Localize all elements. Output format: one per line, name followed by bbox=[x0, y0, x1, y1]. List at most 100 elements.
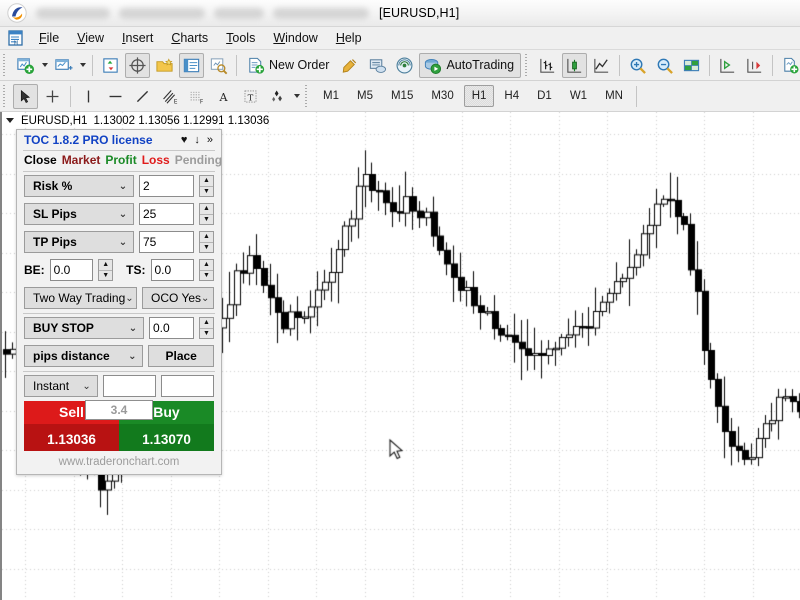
toolbar-grip[interactable] bbox=[2, 85, 9, 107]
market-watch-icon[interactable] bbox=[98, 53, 123, 78]
line-chart-icon[interactable] bbox=[589, 53, 614, 78]
tile-windows-icon[interactable] bbox=[679, 53, 704, 78]
risk-value-input[interactable]: 2 bbox=[139, 175, 194, 197]
fibonacci-icon[interactable]: F bbox=[184, 84, 209, 109]
toolbar-grip[interactable] bbox=[524, 54, 532, 76]
timeframe-d1[interactable]: D1 bbox=[529, 85, 560, 107]
signals-icon[interactable] bbox=[392, 53, 417, 78]
timeframe-m5[interactable]: M5 bbox=[349, 85, 381, 107]
auto-scroll-icon[interactable] bbox=[742, 53, 767, 78]
place-button[interactable]: Place bbox=[148, 345, 214, 367]
horizontal-line-icon[interactable] bbox=[103, 84, 128, 109]
stepper-down-icon[interactable]: ▼ bbox=[200, 187, 213, 197]
crosshair-icon[interactable] bbox=[40, 84, 65, 109]
stepper-down-icon[interactable]: ▼ bbox=[200, 215, 213, 225]
mql5-community-icon[interactable] bbox=[365, 53, 390, 78]
timeframe-h1[interactable]: H1 bbox=[463, 85, 495, 107]
stepper-up-icon[interactable]: ▲ bbox=[200, 232, 213, 243]
double-chevron-icon[interactable]: » bbox=[207, 134, 213, 146]
stepper-down-icon[interactable]: ▼ bbox=[200, 271, 213, 281]
tab-pending[interactable]: Pending bbox=[175, 153, 222, 167]
timeframe-mn[interactable]: MN bbox=[597, 85, 631, 107]
timeframe-m15[interactable]: M15 bbox=[383, 85, 421, 107]
ts-stepper[interactable]: ▲ ▼ bbox=[198, 259, 214, 281]
indicators-icon[interactable] bbox=[778, 53, 800, 78]
timeframe-w1[interactable]: W1 bbox=[562, 85, 595, 107]
sl-stepper[interactable]: ▲ ▼ bbox=[199, 203, 214, 225]
cursor-icon[interactable] bbox=[13, 83, 38, 109]
stepper-down-icon[interactable]: ▼ bbox=[200, 329, 213, 339]
stepper-up-icon[interactable]: ▲ bbox=[200, 204, 213, 215]
text-icon[interactable]: A bbox=[211, 84, 236, 109]
timeframe-h4[interactable]: H4 bbox=[496, 85, 527, 107]
ts-input[interactable]: 0.0 bbox=[150, 259, 194, 281]
lots-input[interactable] bbox=[102, 375, 156, 397]
execution-mode-select[interactable]: Instant ⌄ bbox=[24, 375, 98, 397]
tab-market[interactable]: Market bbox=[62, 153, 101, 167]
tp-stepper[interactable]: ▲ ▼ bbox=[199, 231, 214, 253]
be-stepper[interactable]: ▲ ▼ bbox=[98, 259, 114, 281]
menu-charts[interactable]: Charts bbox=[162, 29, 217, 47]
candlestick-chart-icon[interactable] bbox=[562, 52, 588, 78]
risk-stepper[interactable]: ▲ ▼ bbox=[199, 175, 214, 197]
zoom-out-icon[interactable] bbox=[652, 53, 677, 78]
text-label-icon[interactable]: T bbox=[238, 84, 263, 109]
strategy-tester-icon[interactable] bbox=[206, 53, 231, 78]
trendline-icon[interactable] bbox=[130, 84, 155, 109]
timeframe-m30[interactable]: M30 bbox=[423, 85, 461, 107]
metaeditor-launch-icon[interactable] bbox=[338, 53, 363, 78]
navigator-icon[interactable] bbox=[152, 53, 177, 78]
toolbar-grip[interactable] bbox=[2, 54, 9, 76]
profiles-icon[interactable] bbox=[51, 53, 76, 78]
risk-mode-select[interactable]: Risk % ⌄ bbox=[24, 175, 134, 197]
be-input[interactable]: 0.0 bbox=[49, 259, 94, 281]
new-order-button[interactable]: New Order bbox=[242, 53, 336, 78]
bar-chart-icon[interactable] bbox=[535, 53, 560, 78]
trading-mode-select[interactable]: Two Way Trading ⌄ bbox=[24, 287, 137, 309]
stepper-up-icon[interactable]: ▲ bbox=[200, 176, 213, 187]
heart-icon[interactable]: ♥ bbox=[181, 134, 188, 146]
new-chart-dropdown-icon[interactable] bbox=[39, 53, 50, 78]
distance-mode-select[interactable]: pips distance ⌄ bbox=[24, 345, 144, 367]
data-window-icon[interactable] bbox=[125, 52, 150, 78]
stepper-up-icon[interactable]: ▲ bbox=[199, 260, 213, 271]
tp-value-input[interactable]: 75 bbox=[139, 231, 194, 253]
chart-menu-dropdown-icon[interactable] bbox=[6, 118, 14, 123]
toc-footer-link[interactable]: www.traderonchart.com bbox=[17, 451, 221, 472]
zoom-in-icon[interactable] bbox=[625, 53, 650, 78]
vertical-line-icon[interactable] bbox=[76, 84, 101, 109]
timeframe-m1[interactable]: M1 bbox=[315, 85, 347, 107]
order-type-select[interactable]: BUY STOP ⌄ bbox=[24, 317, 144, 339]
toc-trading-panel[interactable]: TOC 1.8.2 PRO license ♥ ↓ » Close Market… bbox=[16, 129, 222, 475]
shapes-icon[interactable] bbox=[265, 84, 290, 109]
stepper-up-icon[interactable]: ▲ bbox=[200, 318, 213, 329]
tab-close[interactable]: Close bbox=[24, 153, 57, 167]
tp-mode-select[interactable]: TP Pips ⌄ bbox=[24, 231, 134, 253]
menu-help[interactable]: Help bbox=[327, 29, 371, 47]
tab-profit[interactable]: Profit bbox=[105, 153, 136, 167]
terminal-icon[interactable] bbox=[179, 52, 204, 78]
chart-shift-icon[interactable] bbox=[715, 53, 740, 78]
sl-mode-select[interactable]: SL Pips ⌄ bbox=[24, 203, 134, 225]
order-price-input[interactable]: 0.0 bbox=[149, 317, 194, 339]
comment-input[interactable] bbox=[160, 375, 214, 397]
order-price-stepper[interactable]: ▲ ▼ bbox=[199, 317, 214, 339]
menu-tools[interactable]: Tools bbox=[217, 29, 264, 47]
metaeditor-icon[interactable]: M bbox=[6, 29, 26, 47]
chart-window[interactable]: EURUSD,H1 1.13002 1.13056 1.12991 1.1303… bbox=[0, 112, 800, 600]
menu-window[interactable]: Window bbox=[264, 29, 326, 47]
down-arrow-icon[interactable]: ↓ bbox=[194, 134, 200, 146]
shapes-dropdown-icon[interactable] bbox=[291, 84, 302, 109]
autotrading-button[interactable]: AutoTrading bbox=[419, 52, 522, 78]
menu-view[interactable]: View bbox=[68, 29, 113, 47]
menu-file[interactable]: File bbox=[30, 29, 68, 47]
tab-loss[interactable]: Loss bbox=[142, 153, 170, 167]
toolbar-grip[interactable] bbox=[304, 85, 311, 107]
stepper-down-icon[interactable]: ▼ bbox=[99, 271, 112, 281]
profiles-dropdown-icon[interactable] bbox=[77, 53, 88, 78]
sl-value-input[interactable]: 25 bbox=[139, 203, 194, 225]
menu-insert[interactable]: Insert bbox=[113, 29, 162, 47]
stepper-down-icon[interactable]: ▼ bbox=[200, 243, 213, 253]
new-chart-icon[interactable] bbox=[13, 53, 38, 78]
oco-select[interactable]: OCO Yes ⌄ bbox=[142, 287, 214, 309]
